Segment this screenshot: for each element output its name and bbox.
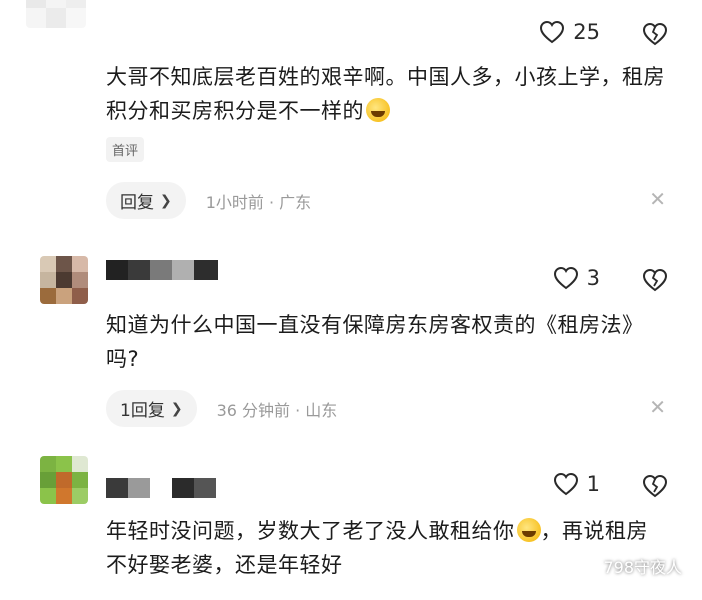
like-button[interactable]: 1	[553, 472, 600, 496]
heart-outline-icon	[553, 472, 578, 496]
laughing-emoji-icon	[366, 98, 390, 122]
reply-button[interactable]: 回复 ❯	[106, 182, 186, 219]
like-count: 25	[573, 20, 600, 44]
view-replies-button[interactable]: 1回复 ❯	[106, 390, 197, 427]
close-icon[interactable]: ✕	[649, 187, 666, 211]
watermark: 798守夜人	[575, 554, 682, 578]
wechat-icon	[575, 557, 597, 574]
reply-label: 1回复	[120, 401, 165, 421]
reply-label: 回复	[120, 193, 154, 213]
avatar[interactable]	[40, 256, 88, 304]
watermark-text: 798守夜人	[603, 558, 682, 577]
laughing-emoji-icon	[516, 518, 541, 542]
avatar[interactable]	[26, 0, 86, 28]
username-redacted	[106, 478, 218, 498]
like-count: 1	[586, 472, 600, 496]
comment-meta: 36 分钟前 · 山东	[216, 400, 338, 420]
comment-text: 知道为什么中国一直没有保障房东房客权责的《租房法》吗?	[106, 313, 644, 371]
close-icon[interactable]: ✕	[649, 395, 666, 419]
comment-text: 大哥不知底层老百姓的艰辛啊。中国人多，小孩上学，租房积分和买房积分是不一样的	[106, 65, 665, 123]
broken-heart-icon[interactable]	[642, 474, 668, 498]
heart-outline-icon	[553, 266, 578, 290]
comment-meta: 1小时前 · 广东	[205, 192, 312, 212]
chevron-right-icon: ❯	[160, 192, 172, 209]
broken-heart-icon[interactable]	[642, 22, 668, 46]
comment-item: 1 年轻时没问题，岁数大了老了没人敢租给你 ，再说租房不好娶老婆，还是年轻好 79…	[0, 450, 702, 600]
broken-heart-icon[interactable]	[642, 268, 668, 292]
comment-item: 3 知道为什么中国一直没有保障房东房客权责的《租房法》吗? 1回复 ❯ 36 分…	[0, 238, 702, 450]
chevron-right-icon: ❯	[170, 400, 183, 417]
like-button[interactable]: 3	[553, 266, 600, 290]
heart-outline-icon	[540, 20, 565, 44]
first-comment-badge: 首评	[106, 137, 145, 162]
avatar[interactable]	[40, 456, 88, 504]
comment-item: 25 大哥不知底层老百姓的艰辛啊。中国人多，小孩上学，租房积分和买房积分是不一样…	[0, 0, 702, 238]
like-count: 3	[586, 266, 600, 290]
username-redacted	[106, 260, 218, 280]
like-button[interactable]: 25	[539, 20, 600, 44]
